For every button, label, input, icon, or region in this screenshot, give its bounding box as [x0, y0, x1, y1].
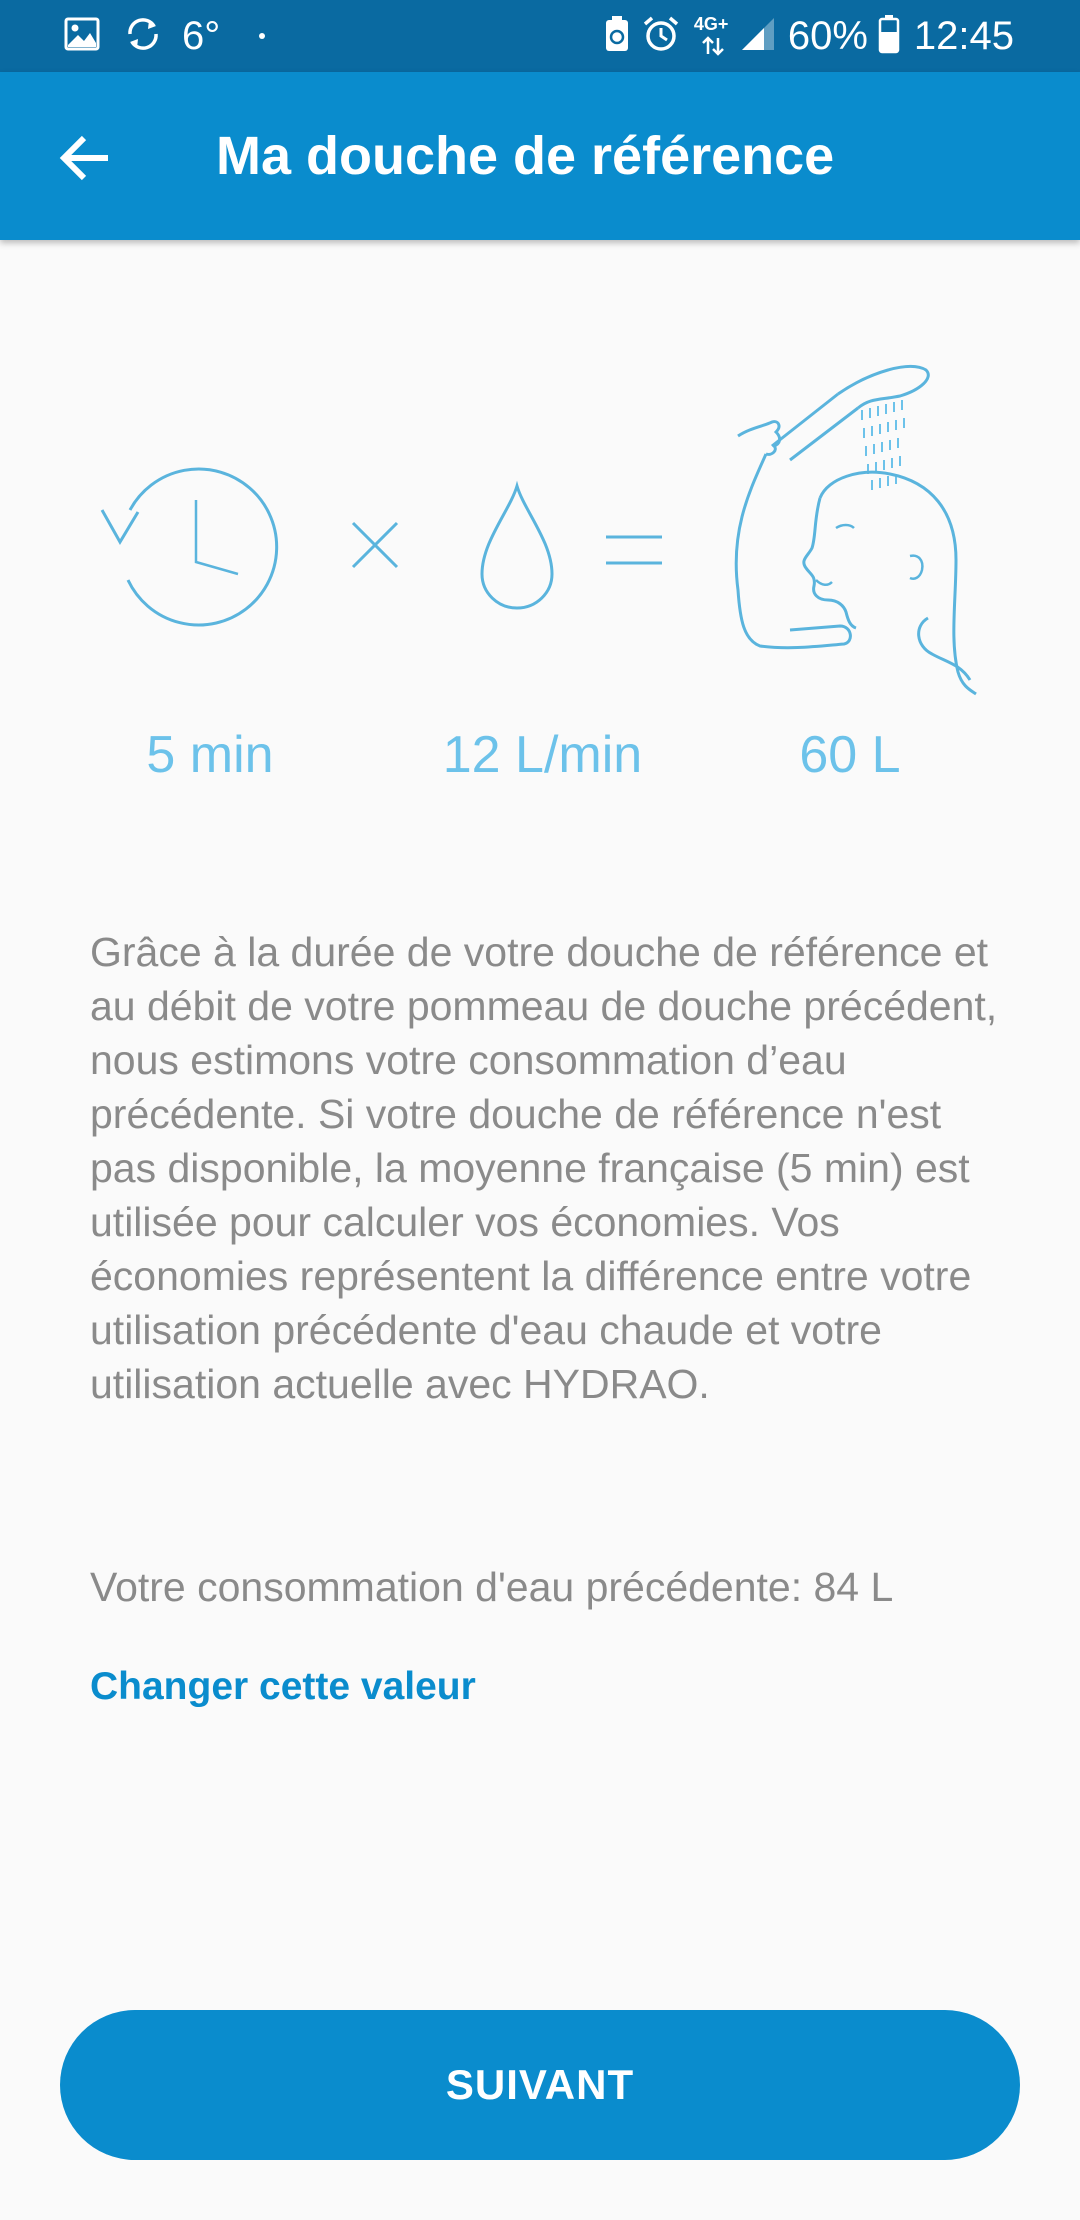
change-value-link[interactable]: Changer cette valeur: [90, 1660, 476, 1714]
battery-percent-text: 60%: [787, 14, 868, 58]
multiply-icon: [351, 521, 399, 569]
next-button[interactable]: SUIVANT: [60, 2010, 1020, 2160]
status-bar-right: 4G+ 60% 12:45: [604, 0, 1014, 72]
battery-icon: [878, 14, 900, 59]
battery-saver-icon: [604, 15, 630, 58]
equation-illustration: [0, 360, 1080, 720]
previous-consumption-text: Votre consommation d'eau précédente: 84 …: [90, 1564, 894, 1610]
status-bar-left: 6°: [64, 0, 266, 72]
data-arrows-icon: 4G+: [694, 14, 734, 56]
sync-icon: [122, 14, 164, 59]
temperature-text: 6°: [182, 14, 221, 58]
water-drop-icon: [480, 480, 554, 610]
signal-icon: [740, 16, 776, 57]
equals-icon: [606, 535, 662, 565]
arrow-left-icon: [59, 135, 108, 181]
explanation-text: Grâce à la durée de votre douche de réfé…: [90, 929, 998, 1407]
shower-person-icon: [734, 365, 977, 696]
flow-value: 12 L/min: [442, 726, 643, 784]
status-bar: 6° 4G+ 60% 12:45: [0, 0, 1080, 72]
page-title: Ma douche de référence: [216, 126, 835, 186]
alarm-icon: [642, 15, 680, 58]
total-value: 60 L: [799, 726, 901, 784]
clock-text: 12:45: [913, 14, 1014, 58]
duration-value: 5 min: [146, 726, 274, 784]
app-bar: Ma douche de référence: [0, 72, 1080, 240]
back-button[interactable]: [38, 112, 130, 204]
dot-icon: [258, 27, 266, 45]
gallery-icon: [64, 17, 100, 56]
clock-history-icon: [100, 467, 279, 627]
